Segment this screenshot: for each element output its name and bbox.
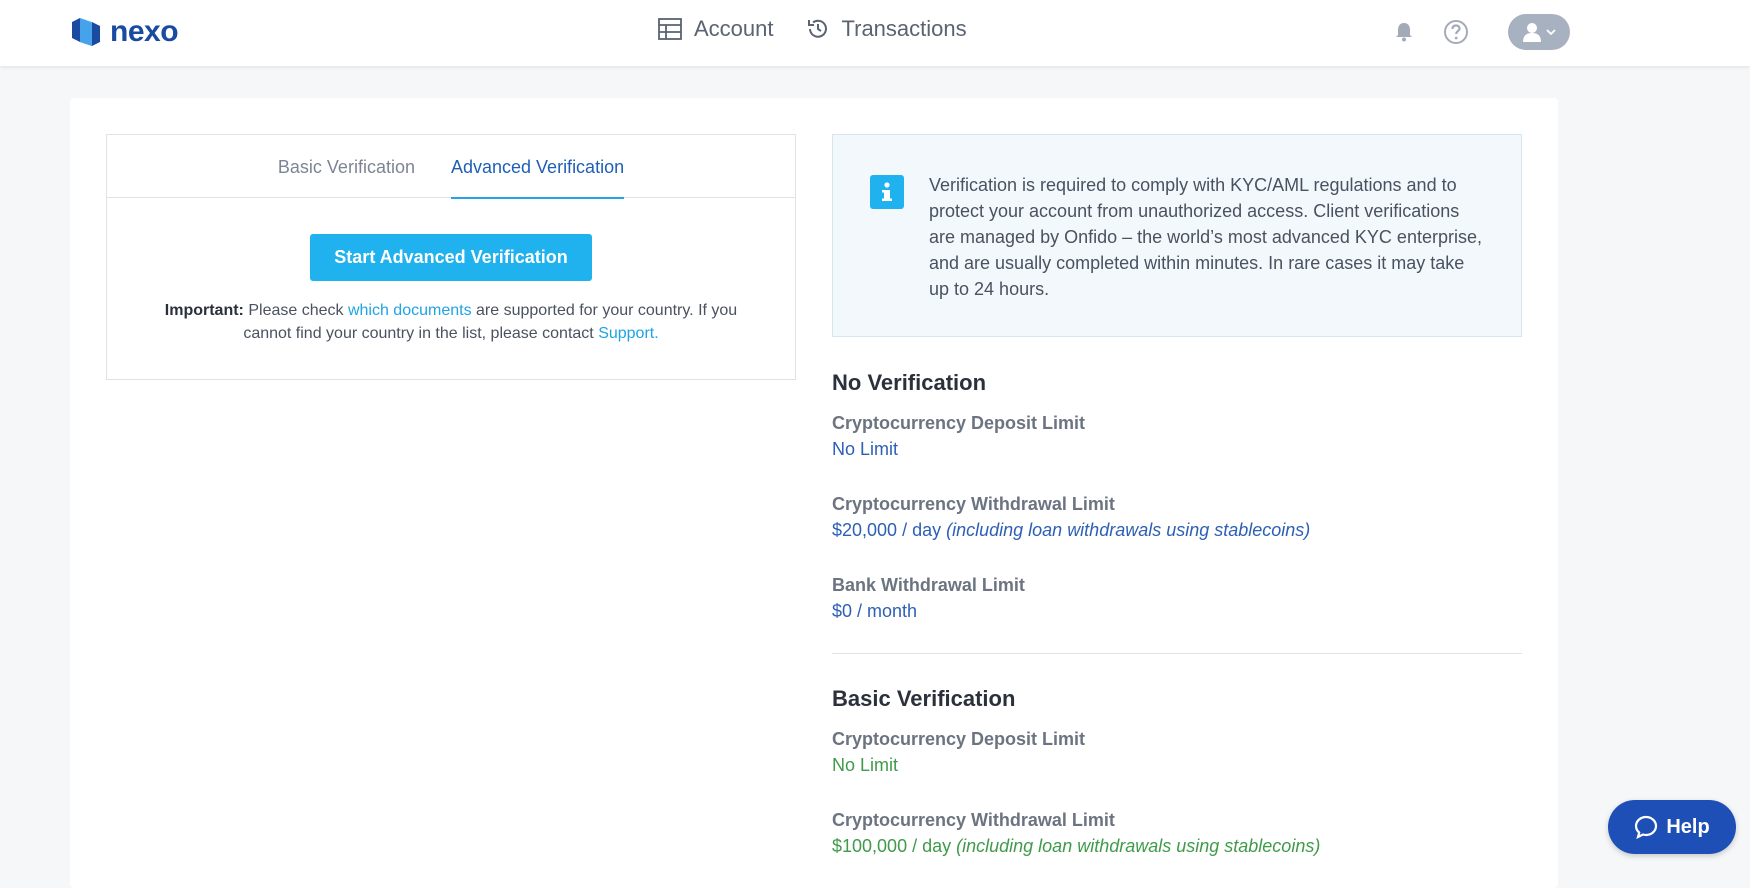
- limit-label: Cryptocurrency Withdrawal Limit: [832, 494, 1115, 514]
- kyc-info-box: Verification is required to comply with …: [832, 134, 1522, 337]
- important-label: Important:: [164, 302, 244, 319]
- important-note: Important: Please check which documents …: [147, 299, 755, 345]
- limit-row: Bank Withdrawal Limit $0 / month: [832, 572, 1522, 624]
- verification-tabs: Basic Verification Advanced Verification: [107, 135, 795, 199]
- limit-value: $20,000 / day (including loan withdrawal…: [832, 517, 1522, 543]
- nexo-logo-icon: [72, 18, 100, 46]
- limit-amount: $20,000 / day: [832, 520, 942, 540]
- important-text-1: Please check: [243, 302, 348, 319]
- question-icon: [1444, 20, 1468, 44]
- kyc-info-text: Verification is required to comply with …: [929, 175, 1482, 299]
- bell-icon: [1396, 23, 1412, 42]
- help-label: Help: [1666, 815, 1710, 838]
- section-title-basic-verification: Basic Verification: [832, 686, 1016, 711]
- limit-label: Cryptocurrency Deposit Limit: [832, 413, 1086, 433]
- nav-label-transactions: Transactions: [841, 16, 967, 41]
- nav-label-account: Account: [694, 16, 774, 41]
- start-advanced-verification-button[interactable]: Start Advanced Verification: [310, 234, 592, 281]
- limit-amount: No Limit: [832, 755, 899, 775]
- limit-note: (including loan withdrawals using stable…: [956, 836, 1321, 856]
- limit-row: Cryptocurrency Deposit Limit No Limit: [832, 726, 1522, 778]
- info-icon: [870, 175, 904, 209]
- top-actions: [1392, 14, 1570, 50]
- nav-item-transactions[interactable]: Transactions: [806, 16, 967, 42]
- limit-amount: $100,000 / day: [832, 836, 952, 856]
- limit-label: Bank Withdrawal Limit: [832, 575, 1025, 595]
- limit-row: Cryptocurrency Withdrawal Limit $20,000 …: [832, 491, 1522, 543]
- limit-row: Cryptocurrency Deposit Limit No Limit: [832, 410, 1522, 462]
- tab-basic-verification[interactable]: Basic Verification: [278, 135, 415, 198]
- table-icon: [658, 18, 682, 40]
- limit-amount: $0 / month: [832, 601, 918, 621]
- limit-amount: No Limit: [832, 439, 899, 459]
- notifications-button[interactable]: [1392, 14, 1416, 50]
- limit-label: Cryptocurrency Withdrawal Limit: [832, 810, 1115, 830]
- support-link[interactable]: Support: [598, 325, 654, 342]
- section-title-no-verification: No Verification: [832, 370, 987, 395]
- user-menu-button[interactable]: [1508, 14, 1570, 50]
- tab-advanced-verification[interactable]: Advanced Verification: [450, 135, 625, 199]
- limit-value: $100,000 / day (including loan withdrawa…: [832, 833, 1522, 859]
- help-chat-button[interactable]: Help: [1608, 800, 1736, 854]
- which-documents-link[interactable]: which documents: [348, 302, 472, 319]
- history-icon: [807, 19, 827, 38]
- nav-item-account[interactable]: Account: [658, 16, 774, 42]
- user-avatar-icon: [1523, 23, 1541, 42]
- chevron-down-icon: [1546, 29, 1556, 36]
- verification-panel: Basic Verification Advanced Verification…: [106, 134, 796, 380]
- limit-value: $0 / month: [832, 598, 1522, 624]
- chat-bubble-icon: [1635, 815, 1658, 839]
- limits-list: No Verification Cryptocurrency Deposit L…: [832, 370, 1522, 888]
- main-nav: Account Transactions: [658, 16, 967, 42]
- limit-value: No Limit: [832, 752, 1522, 778]
- help-center-button[interactable]: [1442, 14, 1470, 50]
- brand-name: nexo: [110, 15, 179, 48]
- important-text-3: .: [654, 325, 659, 342]
- main-card: Basic Verification Advanced Verification…: [70, 98, 1558, 888]
- limit-row: Cryptocurrency Withdrawal Limit $100,000…: [832, 807, 1522, 859]
- limit-note: (including loan withdrawals using stable…: [946, 520, 1311, 540]
- limit-value: No Limit: [832, 436, 1522, 462]
- section-divider: [832, 653, 1522, 654]
- top-bar: nexo Account Transactions: [0, 0, 1750, 66]
- nexo-logo[interactable]: nexo: [70, 15, 179, 48]
- limit-label: Cryptocurrency Deposit Limit: [832, 729, 1086, 749]
